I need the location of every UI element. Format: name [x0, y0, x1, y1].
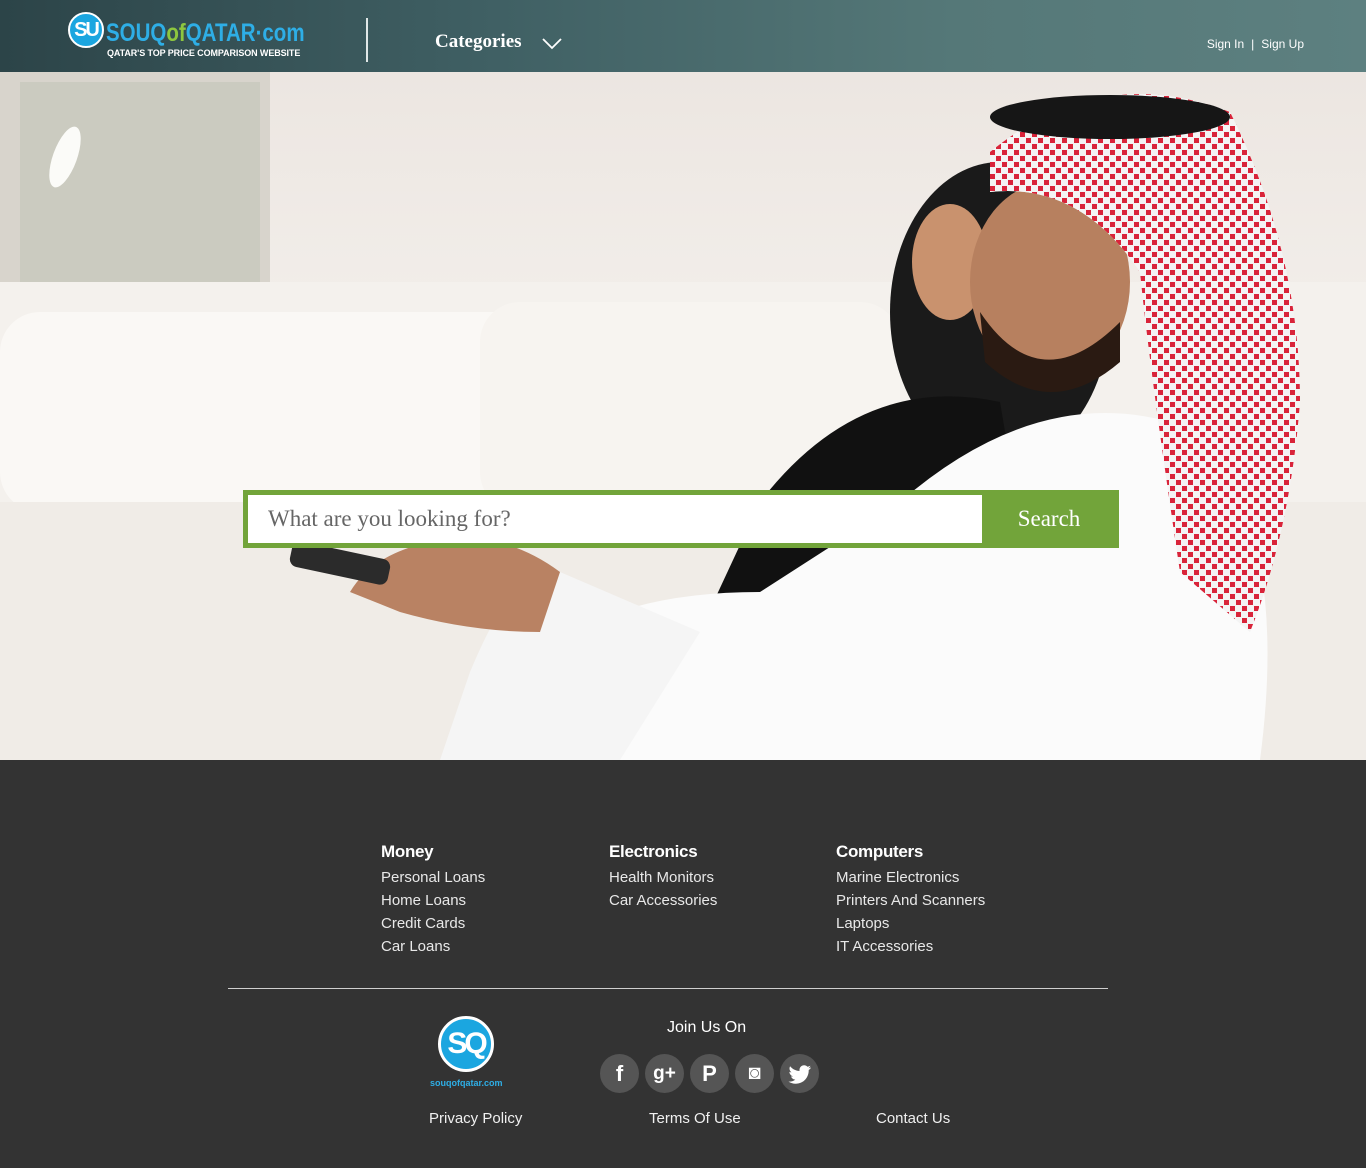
footer-link[interactable]: Car Loans [381, 935, 485, 958]
terms-of-use-link[interactable]: Terms Of Use [649, 1110, 741, 1127]
search-input[interactable] [248, 495, 982, 543]
footer-column-title: Computers [836, 842, 924, 861]
site-logo[interactable]: SU SOUQofQATAR·com QATAR'S TOP PRICE COM… [68, 12, 308, 62]
privacy-policy-link[interactable]: Privacy Policy [429, 1110, 522, 1127]
footer-link[interactable]: Printers And Scanners [836, 889, 985, 912]
site-footer: Money Personal Loans Home Loans Credit C… [0, 760, 1366, 1168]
hero-image [0, 72, 1366, 760]
chevron-down-icon[interactable] [542, 38, 562, 50]
logo-tagline: QATAR'S TOP PRICE COMPARISON WEBSITE [107, 48, 301, 58]
logo-wordmark: SOUQofQATAR·com [106, 19, 305, 47]
footer-link[interactable]: Home Loans [381, 889, 485, 912]
footer-column-title: Electronics [609, 842, 698, 861]
footer-logo-text: souqofqatar.com [430, 1078, 503, 1088]
footer-link[interactable]: Laptops [836, 912, 985, 935]
auth-separator: | [1251, 37, 1255, 51]
header-divider [366, 18, 368, 62]
footer-column-electronics: Electronics Health Monitors Car Accessor… [609, 842, 717, 912]
footer-column-money: Money Personal Loans Home Loans Credit C… [381, 842, 485, 958]
facebook-icon[interactable]: f [600, 1054, 639, 1093]
footer-logo[interactable]: SQ souqofqatar.com [430, 1016, 506, 1096]
social-links: f g+ P ◙ [600, 1054, 825, 1094]
site-header: SU SOUQofQATAR·com QATAR'S TOP PRICE COM… [0, 0, 1366, 72]
join-us-label: Join Us On [667, 1019, 747, 1036]
footer-column-title: Money [381, 842, 434, 861]
footer-link[interactable]: Marine Electronics [836, 866, 985, 889]
footer-divider [228, 988, 1108, 989]
sign-in-link[interactable]: Sign In [1207, 37, 1244, 51]
search-button[interactable]: Search [984, 495, 1114, 543]
instagram-icon[interactable]: ◙ [735, 1054, 774, 1093]
pinterest-icon[interactable]: P [690, 1054, 729, 1093]
footer-link[interactable]: Health Monitors [609, 866, 717, 889]
footer-link[interactable]: IT Accessories [836, 935, 985, 958]
footer-link[interactable]: Car Accessories [609, 889, 717, 912]
sign-up-link[interactable]: Sign Up [1261, 37, 1304, 51]
search-bar: Search [243, 490, 1119, 548]
google-plus-icon[interactable]: g+ [645, 1054, 684, 1093]
footer-logo-badge: SQ [438, 1016, 494, 1072]
auth-links: Sign In | Sign Up [1207, 37, 1304, 51]
twitter-icon[interactable] [780, 1054, 819, 1093]
footer-link[interactable]: Personal Loans [381, 866, 485, 889]
categories-dropdown[interactable]: Categories [435, 31, 522, 53]
logo-badge: SU [68, 12, 104, 48]
footer-link[interactable]: Credit Cards [381, 912, 485, 935]
hero-banner: Search [0, 72, 1366, 760]
footer-column-computers: Computers Marine Electronics Printers An… [836, 842, 985, 958]
contact-us-link[interactable]: Contact Us [876, 1110, 950, 1127]
